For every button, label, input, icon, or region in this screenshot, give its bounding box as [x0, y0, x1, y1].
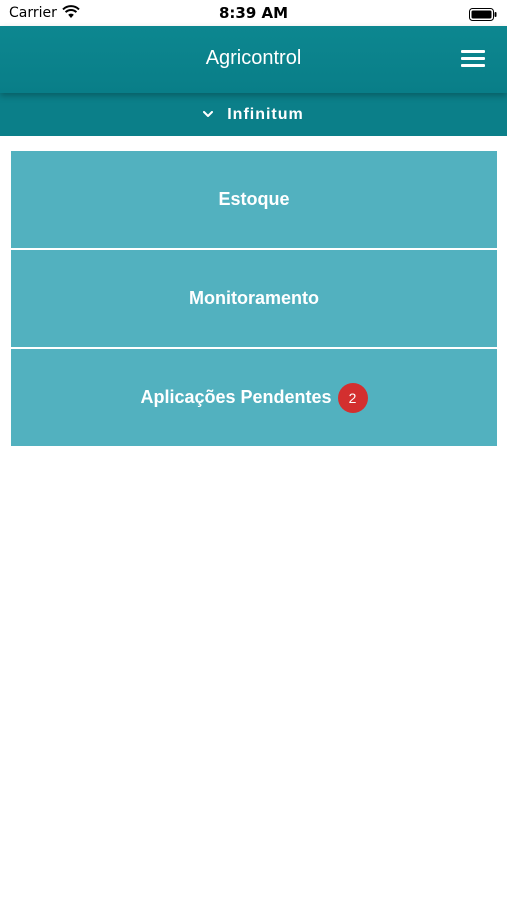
menu-item-aplicacoes-pendentes[interactable]: Aplicações Pendentes 2: [11, 349, 497, 446]
battery-icon: [469, 6, 497, 25]
status-time: 8:39 AM: [218, 4, 289, 22]
menu-item-estoque[interactable]: Estoque: [11, 151, 497, 248]
hamburger-menu-icon[interactable]: [461, 50, 485, 68]
farm-name: Infinitum: [227, 105, 304, 123]
menu-list: Estoque Monitoramento Aplicações Pendent…: [11, 151, 497, 446]
menu-item-label: Estoque: [218, 189, 290, 209]
menu-item-label: Aplicações Pendentes: [140, 387, 332, 407]
farm-selector[interactable]: Infinitum: [0, 93, 507, 136]
menu-item-label: Monitoramento: [189, 288, 319, 308]
app-screen: Carrier 8:39 AM Agricontrol Infinitum Es…: [0, 0, 507, 900]
app-title: Agricontrol: [205, 47, 302, 69]
pending-count-badge: 2: [337, 382, 368, 413]
app-header: Agricontrol: [0, 26, 507, 93]
menu-item-monitoramento[interactable]: Monitoramento: [11, 250, 497, 347]
chevron-down-icon: [203, 105, 214, 123]
status-bar: Carrier 8:39 AM: [0, 0, 507, 26]
